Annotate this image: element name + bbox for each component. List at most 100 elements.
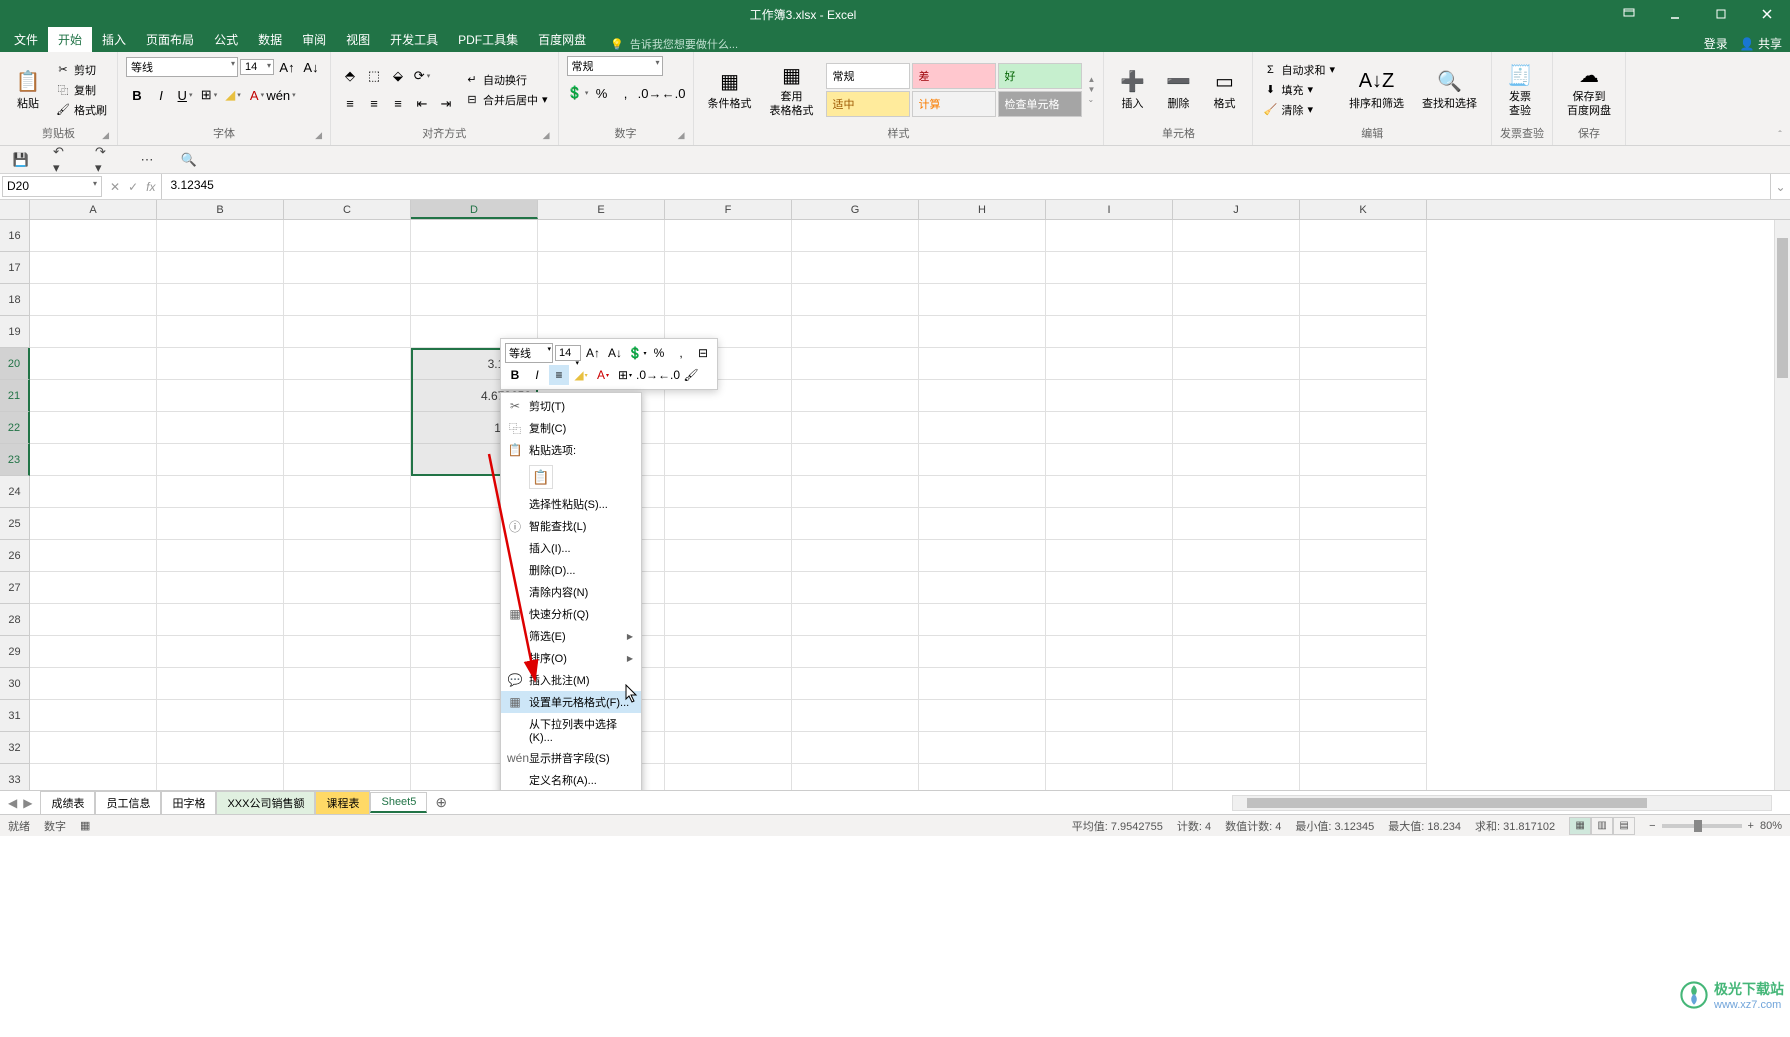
bold-button[interactable]: B [126, 84, 148, 106]
row-header[interactable]: 18 [0, 284, 30, 316]
cell[interactable] [665, 252, 792, 284]
cell[interactable] [919, 252, 1046, 284]
zoom-out-button[interactable]: − [1649, 820, 1655, 832]
cell[interactable] [1173, 348, 1300, 380]
tab-view[interactable]: 视图 [336, 27, 380, 52]
qat-more[interactable]: ⋯ [136, 149, 158, 171]
cell[interactable] [1300, 700, 1427, 732]
mini-percent[interactable]: % [649, 343, 669, 363]
cell[interactable] [157, 284, 284, 316]
cell[interactable] [1046, 764, 1173, 790]
font-color-button[interactable]: A [246, 84, 268, 106]
cell[interactable] [1046, 668, 1173, 700]
cell[interactable] [1046, 604, 1173, 636]
cell[interactable] [1046, 540, 1173, 572]
cell[interactable] [157, 732, 284, 764]
cell[interactable] [919, 604, 1046, 636]
style-normal[interactable]: 常规 [826, 63, 910, 89]
cell[interactable] [1046, 476, 1173, 508]
cell[interactable] [1300, 764, 1427, 790]
col-header[interactable]: B [157, 200, 284, 219]
cell[interactable] [30, 412, 157, 444]
cell[interactable] [284, 732, 411, 764]
cell[interactable] [665, 636, 792, 668]
mini-italic[interactable]: I [527, 365, 547, 385]
col-header[interactable]: I [1046, 200, 1173, 219]
cell[interactable] [792, 252, 919, 284]
cell[interactable] [538, 220, 665, 252]
mini-dec-decimal[interactable]: ←.0 [659, 365, 679, 385]
cell[interactable] [919, 348, 1046, 380]
border-button[interactable]: ⊞ [198, 84, 220, 106]
cond-format-button[interactable]: ▦条件格式 [702, 66, 758, 113]
cell[interactable] [157, 220, 284, 252]
find-select-button[interactable]: 🔍查找和选择 [1416, 66, 1483, 113]
tell-me[interactable]: 💡 告诉我您想要做什么... [610, 36, 738, 52]
cell[interactable] [30, 316, 157, 348]
mini-border[interactable]: ⊞ [615, 365, 635, 385]
cell[interactable] [1173, 444, 1300, 476]
orientation-button[interactable]: ⟳ [411, 65, 433, 87]
wrap-text-button[interactable]: ↵自动换行 [463, 71, 550, 89]
cell[interactable] [1300, 220, 1427, 252]
ctx-pinyin[interactable]: wén显示拼音字段(S) [501, 747, 641, 769]
cell[interactable] [919, 508, 1046, 540]
cell[interactable] [284, 572, 411, 604]
cell[interactable] [792, 604, 919, 636]
tab-home[interactable]: 开始 [48, 27, 92, 52]
cell[interactable] [284, 380, 411, 412]
cell[interactable] [157, 508, 284, 540]
mini-accounting[interactable]: 💲 [627, 343, 647, 363]
cell[interactable] [1173, 572, 1300, 604]
dec-decimal-button[interactable]: ←.0 [663, 82, 685, 104]
maximize-icon[interactable] [1698, 0, 1744, 28]
ctx-quick-analysis[interactable]: ▦快速分析(Q) [501, 603, 641, 625]
confirm-edit-icon[interactable]: ✓ [128, 180, 138, 194]
ctx-insert[interactable]: 插入(I)... [501, 537, 641, 559]
mini-font-combo[interactable]: 等线 [505, 343, 553, 363]
cell[interactable] [157, 764, 284, 790]
undo-button[interactable]: ↶ ▾ [52, 149, 74, 171]
cell-styles-gallery[interactable]: 常规 差 好 适中 计算 检查单元格 [826, 63, 1082, 117]
cancel-edit-icon[interactable]: ✕ [110, 180, 120, 194]
cell[interactable] [157, 604, 284, 636]
cell[interactable] [665, 764, 792, 790]
mini-fill-color[interactable]: ◢ [571, 365, 591, 385]
add-sheet-button[interactable]: ⊕ [427, 794, 455, 811]
row-header[interactable]: 16 [0, 220, 30, 252]
format-painter-button[interactable]: 🖌格式刷 [54, 101, 109, 119]
cell[interactable] [1046, 316, 1173, 348]
font-launcher[interactable]: ◢ [315, 130, 322, 141]
cell[interactable] [284, 444, 411, 476]
cell[interactable] [411, 252, 538, 284]
cell[interactable] [919, 700, 1046, 732]
cell[interactable] [1046, 508, 1173, 540]
cell[interactable] [1300, 604, 1427, 636]
col-header[interactable]: G [792, 200, 919, 219]
cell[interactable] [1300, 508, 1427, 540]
format-cells-button[interactable]: ▭格式 [1204, 66, 1244, 113]
cell[interactable] [30, 732, 157, 764]
cell[interactable] [1300, 252, 1427, 284]
ctx-dropdown-pick[interactable]: 从下拉列表中选择(K)... [501, 713, 641, 747]
row-header[interactable]: 24 [0, 476, 30, 508]
cell[interactable] [284, 540, 411, 572]
col-header[interactable]: C [284, 200, 411, 219]
cell[interactable] [1046, 732, 1173, 764]
cell[interactable] [665, 444, 792, 476]
cell[interactable] [1173, 412, 1300, 444]
cell[interactable] [1300, 380, 1427, 412]
mini-inc-decimal[interactable]: .0→ [637, 365, 657, 385]
align-left-button[interactable]: ≡ [339, 93, 361, 115]
ctx-sort[interactable]: 排序(O)▶ [501, 647, 641, 669]
close-icon[interactable] [1744, 0, 1790, 28]
cell[interactable] [1173, 380, 1300, 412]
cell[interactable] [792, 732, 919, 764]
cell[interactable] [792, 508, 919, 540]
cell[interactable] [157, 348, 284, 380]
cell[interactable] [792, 316, 919, 348]
cell[interactable] [1173, 700, 1300, 732]
view-normal-button[interactable]: ▦ [1569, 817, 1591, 835]
cell[interactable] [1300, 540, 1427, 572]
cell[interactable] [919, 316, 1046, 348]
